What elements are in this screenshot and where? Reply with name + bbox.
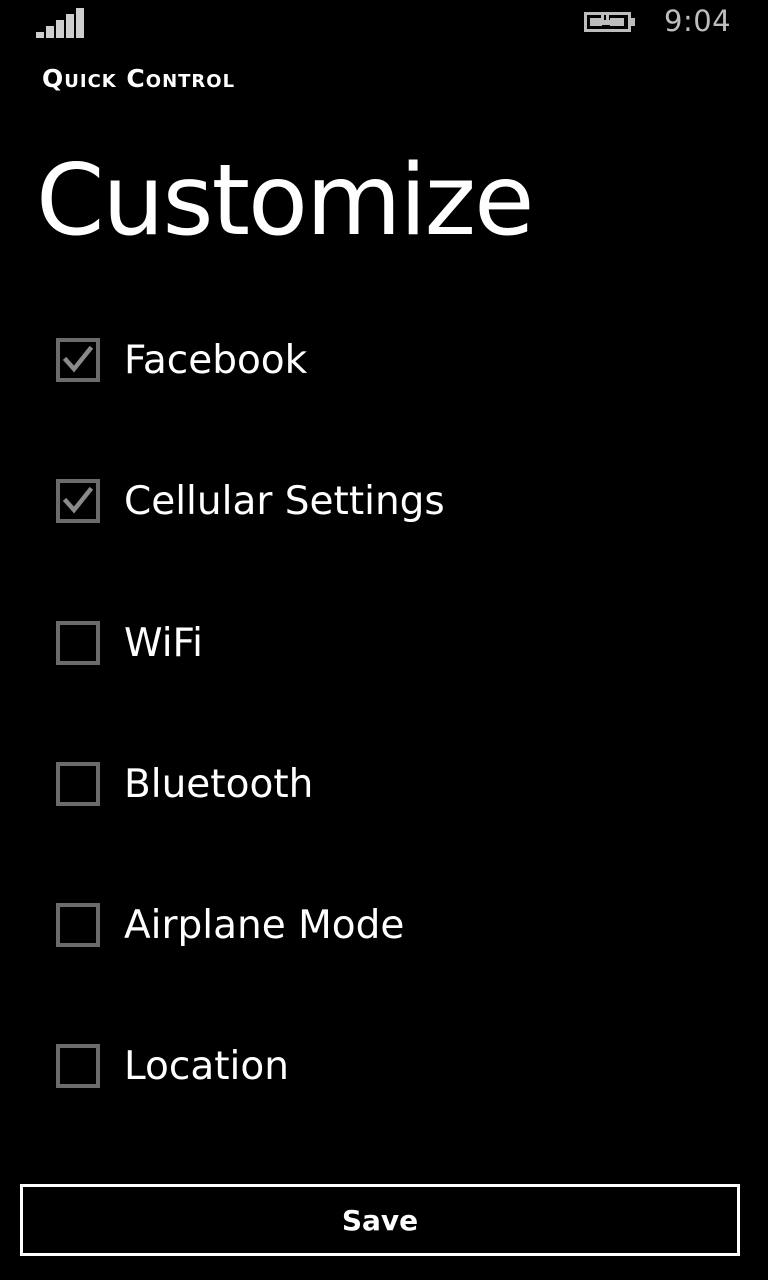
- save-button[interactable]: Save: [20, 1184, 740, 1256]
- option-label: Facebook: [124, 337, 308, 383]
- option-label: WiFi: [124, 620, 203, 666]
- checkmark-icon: [62, 486, 94, 514]
- option-label: Airplane Mode: [124, 902, 405, 948]
- option-bluetooth[interactable]: Bluetooth: [56, 736, 736, 832]
- battery-charging-icon: [584, 10, 636, 34]
- option-wifi[interactable]: WiFi: [56, 595, 736, 691]
- option-label: Cellular Settings: [124, 478, 445, 524]
- checkbox-airplane-mode[interactable]: [56, 903, 100, 947]
- option-cellular-settings[interactable]: Cellular Settings: [56, 453, 736, 549]
- checkbox-location[interactable]: [56, 1044, 100, 1088]
- option-airplane-mode[interactable]: Airplane Mode: [56, 877, 736, 973]
- option-facebook[interactable]: Facebook: [56, 312, 736, 408]
- checkmark-icon: [62, 345, 94, 373]
- option-label: Bluetooth: [124, 761, 314, 807]
- status-time: 9:04: [664, 4, 732, 38]
- checkbox-cellular-settings[interactable]: [56, 479, 100, 523]
- page-title: Customize: [36, 144, 534, 258]
- checkbox-wifi[interactable]: [56, 621, 100, 665]
- app-title: Quick Control: [42, 64, 236, 93]
- checkbox-facebook[interactable]: [56, 338, 100, 382]
- signal-strength-icon: [36, 8, 84, 38]
- option-location[interactable]: Location: [56, 1018, 736, 1114]
- option-label: Location: [124, 1043, 289, 1089]
- checkbox-bluetooth[interactable]: [56, 762, 100, 806]
- status-bar: 9:04: [0, 0, 768, 48]
